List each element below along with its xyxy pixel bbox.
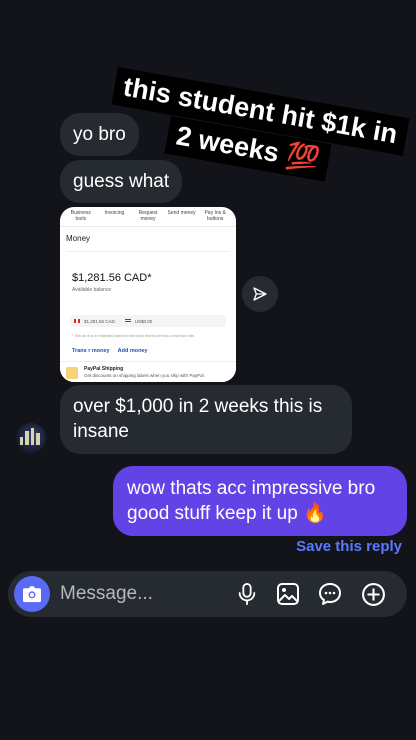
- screenshot-link: Add money: [117, 348, 148, 354]
- screenshot-footnote: * This an nt is an estimated based on th…: [72, 334, 195, 338]
- screenshot-nav-item: Pay Ins & buttons: [204, 210, 226, 222]
- add-button[interactable]: [360, 581, 386, 607]
- message-bubble-incoming[interactable]: guess what: [60, 160, 183, 203]
- screenshot-currency-row: $1,281.56 CAD US$0.00: [70, 315, 226, 327]
- screenshot-nav-item: Invoicing: [104, 210, 125, 216]
- message-text: wow thats acc impressive bro good stuff …: [127, 478, 376, 524]
- screenshot-promo-title: PayPal Shipping: [84, 366, 124, 372]
- screenshot-currency-usd: US$0.00: [134, 318, 153, 324]
- save-reply-link[interactable]: Save this reply: [296, 538, 402, 555]
- gallery-button[interactable]: [275, 581, 301, 607]
- screenshot-nav-item: Request money: [138, 210, 158, 222]
- microphone-icon: [238, 583, 256, 605]
- screenshot-balance-card: $1,281.56 CAD* Available balance $1,281.…: [66, 251, 230, 371]
- message-bubble-outgoing[interactable]: wow thats acc impressive bro good stuff …: [113, 466, 407, 536]
- message-text: yo bro: [73, 124, 126, 145]
- camera-button[interactable]: [14, 576, 50, 612]
- camera-icon: [23, 586, 41, 603]
- sender-avatar[interactable]: [16, 423, 46, 453]
- screenshot-nav-item: Business tools: [70, 210, 91, 222]
- gallery-icon: [277, 583, 299, 605]
- shipping-icon: [66, 367, 78, 379]
- message-bubble-incoming[interactable]: over $1,000 in 2 weeks this is insane: [60, 385, 352, 454]
- chat-sticker-icon: [319, 583, 341, 605]
- screenshot-currency-cad: $1,281.56 CAD: [84, 318, 115, 324]
- screenshot-balance-label: Available balance: [72, 287, 112, 293]
- message-input[interactable]: Message...: [60, 583, 153, 605]
- screenshot-nav-item: Send money: [167, 210, 196, 216]
- screenshot-title: Money: [66, 234, 91, 243]
- screenshot-links: Trans r money Add money: [72, 348, 148, 354]
- screenshot-link: Trans r money: [72, 348, 110, 354]
- screenshot-promo: PayPal Shipping Get discounts on shippin…: [60, 361, 236, 382]
- screenshot-promo-text: Get discounts on shipping labels when yo…: [84, 373, 205, 378]
- message-bubble-incoming[interactable]: yo bro: [60, 113, 139, 156]
- share-button[interactable]: [242, 276, 278, 312]
- screenshot-nav: Business tools Invoicing Request money S…: [60, 207, 236, 227]
- dm-thread: yo bro guess what Business tools Invoici…: [0, 0, 416, 740]
- message-text: over $1,000 in 2 weeks this is insane: [73, 396, 323, 442]
- screenshot-balance: $1,281.56 CAD*: [72, 272, 152, 284]
- usa-flag-icon: [124, 319, 131, 323]
- microphone-button[interactable]: [234, 581, 260, 607]
- plus-circle-icon: [361, 582, 385, 606]
- send-arrow-icon: [253, 287, 267, 301]
- message-text: guess what: [73, 171, 170, 192]
- shared-screenshot-image[interactable]: Business tools Invoicing Request money S…: [60, 207, 236, 382]
- message-composer: Message...: [8, 571, 407, 617]
- canada-flag-icon: [74, 319, 80, 323]
- sticker-button[interactable]: [317, 581, 343, 607]
